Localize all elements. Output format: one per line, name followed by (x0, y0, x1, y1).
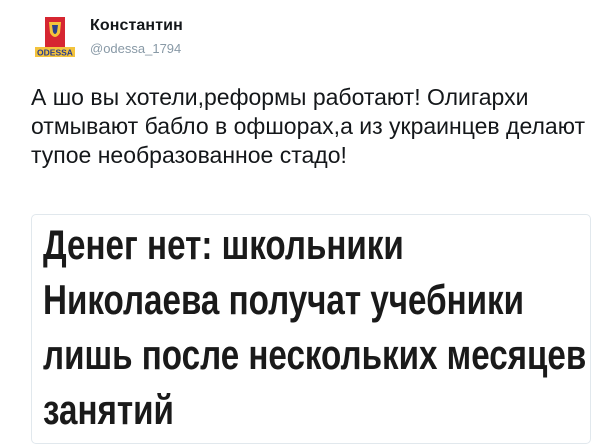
link-card[interactable]: Денег нет: школьники Николаева получат у… (31, 214, 591, 444)
avatar[interactable]: ODESSA (31, 13, 79, 61)
card-headline: Денег нет: школьники Николаева получат у… (43, 221, 587, 433)
author-handle[interactable]: @odessa_1794 (90, 41, 181, 56)
odessa-avatar-icon: ODESSA (31, 13, 79, 61)
tweet-text: А шо вы хотели,реформы работают! Олигарх… (31, 84, 585, 168)
author-display-name[interactable]: Константин (90, 17, 183, 35)
tweet: ODESSA Константин @odessa_1794 А шо вы х… (0, 0, 604, 448)
avatar-label: ODESSA (37, 48, 73, 58)
